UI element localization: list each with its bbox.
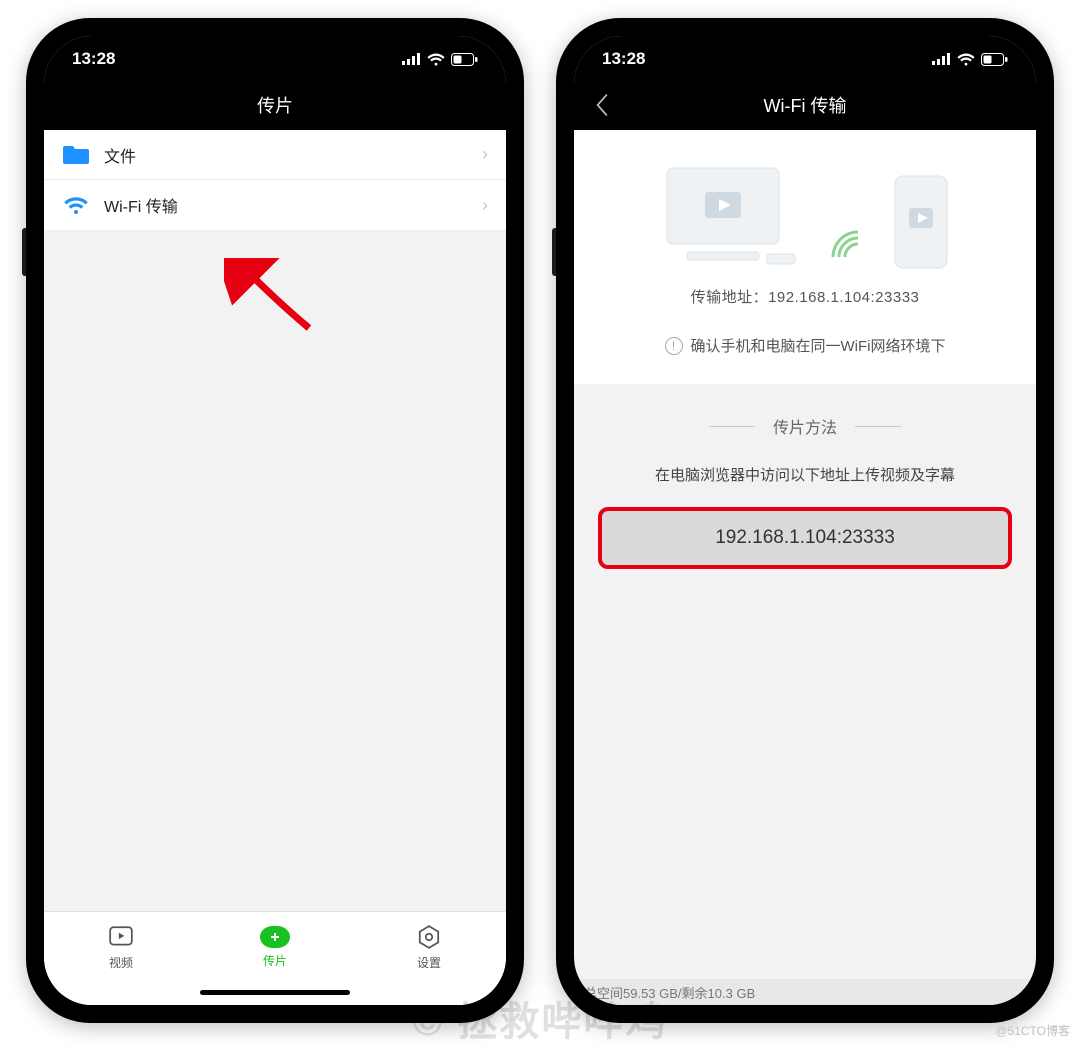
address-box[interactable]: 192.168.1.104:23333 [598,507,1012,569]
wifi-icon [957,53,975,66]
cloud-icon [260,926,290,948]
method-title: 传片方法 [598,414,1012,438]
notch [695,36,915,68]
navbar: Wi-Fi 传输 [574,80,1036,130]
tab-transfer[interactable]: 传片 [198,912,352,983]
wifi-waves-icon [823,222,873,272]
phone-icon [889,172,953,272]
monitor-icon [657,162,807,272]
status-time: 13:28 [72,49,115,69]
navbar: 传片 [44,80,506,130]
tab-settings[interactable]: 设置 [352,912,506,983]
address-box-text: 192.168.1.104:23333 [715,527,895,548]
notice-text: 确认手机和电脑在同一WiFi网络环境下 [691,335,946,356]
watermark: © 拯救哔哔鸡 [413,989,668,1047]
signal-icon [402,53,421,65]
wifi-notice: ! 确认手机和电脑在同一WiFi网络环境下 [584,335,1026,356]
home-indicator[interactable] [200,990,350,995]
chevron-left-icon [595,94,609,116]
folder-icon [62,141,90,169]
phone-left: 13:28 传片 文件 › [26,18,524,1023]
play-icon [108,924,134,950]
tab-label: 传片 [263,952,287,969]
status-time: 13:28 [602,49,645,69]
notch [165,36,385,68]
wifi-transfer-panel: 传输地址：192.168.1.104:23333 ! 确认手机和电脑在同一WiF… [574,130,1036,384]
menu-list: 文件 › Wi-Fi 传输 › [44,130,506,230]
tab-label: 设置 [417,954,441,971]
page-title: Wi-Fi 传输 [764,92,847,118]
list-item-label: Wi-Fi 传输 [104,193,482,217]
gear-icon [416,924,442,950]
method-title-text: 传片方法 [773,414,837,438]
method-description: 在电脑浏览器中访问以下地址上传视频及字幕 [598,464,1012,485]
arrow-annotation [224,258,324,338]
list-item-wifi-transfer[interactable]: Wi-Fi 传输 › [44,180,506,230]
back-button[interactable] [588,91,616,119]
wifi-icon [62,191,90,219]
watermark-small: @51CTO博客 [995,1022,1070,1039]
tab-video[interactable]: 视频 [44,912,198,983]
battery-icon [451,53,478,66]
chevron-right-icon: › [482,195,488,216]
list-item-files[interactable]: 文件 › [44,130,506,180]
transfer-address: 传输地址：192.168.1.104:23333 [584,286,1026,307]
tab-label: 视频 [109,954,133,971]
address-value: 192.168.1.104:23333 [768,289,919,306]
transfer-illustration [584,152,1026,272]
address-label: 传输地址： [691,289,769,306]
page-title: 传片 [257,92,293,118]
info-icon: ! [665,337,683,355]
phone-right: 13:28 Wi-Fi 传输 [556,18,1054,1023]
status-icons [402,53,478,66]
signal-icon [932,53,951,65]
transfer-method-section: 传片方法 在电脑浏览器中访问以下地址上传视频及字幕 192.168.1.104:… [574,384,1036,569]
wifi-icon [427,53,445,66]
status-icons [932,53,1008,66]
chevron-right-icon: › [482,144,488,165]
list-item-label: 文件 [104,143,482,167]
battery-icon [981,53,1008,66]
